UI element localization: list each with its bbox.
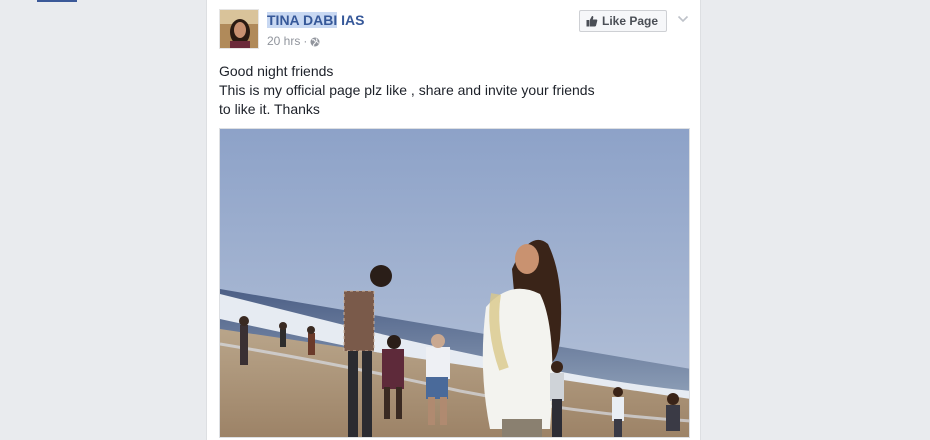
post-photo[interactable] — [219, 128, 690, 438]
chevron-down-icon[interactable] — [677, 11, 689, 23]
meta-separator: · — [303, 34, 308, 48]
post-meta: 20 hrs · — [267, 34, 320, 48]
page-name-link[interactable]: TINA DABI IAS — [267, 12, 365, 28]
like-page-button[interactable]: Like Page — [579, 10, 668, 32]
top-nav-fragment — [37, 0, 77, 2]
post-message: Good night friends This is my official p… — [219, 62, 619, 119]
page-name-highlighted[interactable]: TINA DABI — [267, 12, 338, 28]
post-line: Good night friends — [219, 63, 334, 79]
post-card: TINA DABI IAS 20 hrs · Like Page Good ni… — [206, 0, 701, 440]
thumb-icon — [586, 15, 598, 27]
globe-icon[interactable] — [310, 36, 320, 47]
post-timestamp[interactable]: 20 hrs — [267, 34, 300, 48]
avatar[interactable] — [219, 9, 259, 49]
post-line: to like it. Thanks — [219, 101, 320, 117]
page-name-suffix[interactable]: IAS — [337, 12, 364, 28]
like-page-label: Like Page — [602, 14, 659, 28]
post-line: This is my official page plz like , shar… — [219, 82, 595, 98]
